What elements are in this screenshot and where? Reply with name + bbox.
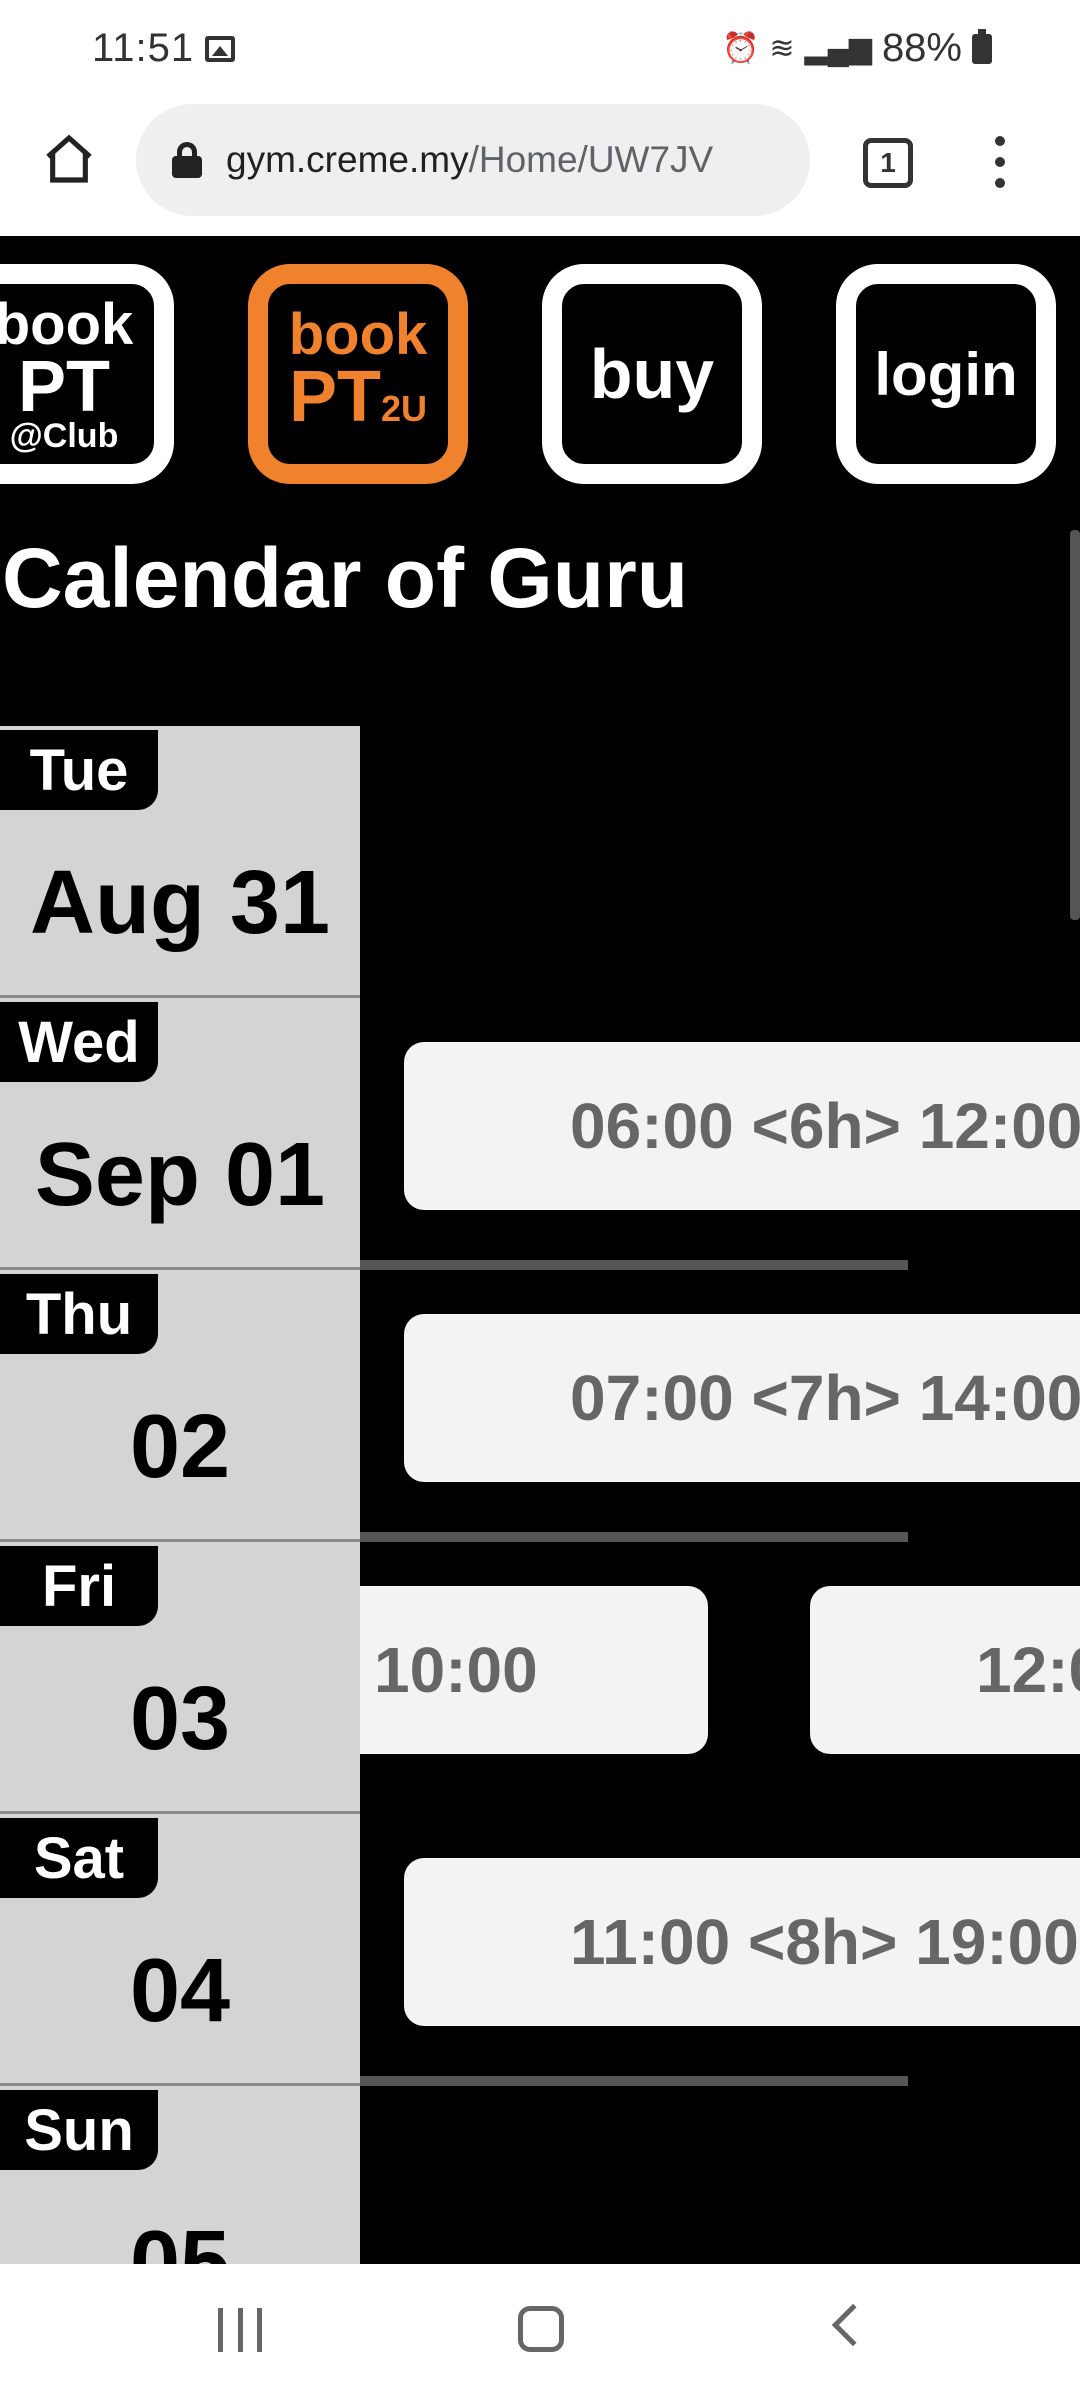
alarm-icon: ⏰ [722,32,760,65]
day-date: 05 [129,2213,231,2264]
time-slot-thu[interactable]: 07:00 <7h> 14:00 [404,1314,1080,1482]
tab-switcher-button[interactable]: 1 [863,138,913,188]
day-weekday: Fri [0,1546,158,1626]
day-cell: Sun 05 [0,2086,360,2264]
home-nav-icon[interactable] [518,2306,564,2352]
tile-club-line1: book [0,292,134,357]
scroll-indicator[interactable] [1070,530,1080,920]
battery-icon [972,28,992,64]
home-icon [46,134,92,183]
tile-2u-line2: PT [288,357,381,437]
day-divider [360,2076,908,2086]
day-cell: Fri 03 [0,1542,360,1814]
day-cell: Wed Sep 01 [0,998,360,1270]
day-cell: Tue Aug 31 [0,726,360,998]
day-weekday: Sat [0,1818,158,1898]
day-weekday: Tue [0,730,158,810]
day-date: Aug 31 [29,853,331,953]
url-path: /Home/UW7JV [468,139,714,180]
home-button[interactable] [36,126,102,192]
tile-club-line2: PT [17,347,110,427]
login-label: login [874,340,1018,408]
day-date: 03 [129,1669,231,1769]
url-text: gym.creme.my/Home/UW7JV [226,139,713,181]
page-title: Calendar of Guru [2,531,689,625]
day-date: 04 [129,1941,231,2041]
image-notification-icon [205,36,235,62]
book-pt-club-button[interactable]: book PT @Club [0,264,174,484]
tile-2u-line2-wrap: PT2U [289,361,428,442]
recent-apps-icon[interactable] [218,2308,262,2352]
back-icon[interactable] [831,2303,875,2347]
address-bar[interactable]: gym.creme.my/Home/UW7JV [136,104,810,216]
time-slot-sat[interactable]: 11:00 <8h> 19:00 [404,1858,1080,2026]
url-domain: gym.creme.my [226,139,469,180]
day-divider [360,1532,908,1542]
book-pt-2u-button[interactable]: book PT2U [248,264,468,484]
system-nav-bar [0,2264,1080,2400]
more-menu-button[interactable] [980,130,1020,194]
tile-club-line3: @Club [9,417,119,455]
time-slot-fri-b[interactable]: 12:00 [810,1586,1080,1754]
buy-button[interactable]: buy [542,264,762,484]
day-cell: Sat 04 [0,1814,360,2086]
day-weekday: Sun [0,2090,158,2170]
browser-toolbar: gym.creme.my/Home/UW7JV 1 [0,100,1080,236]
lock-icon [172,142,202,178]
time-slot-fri-a[interactable]: 10:00 [360,1586,708,1754]
signal-icon: ▂▄▆ [804,32,872,65]
tile-2u-line3: 2U [380,388,428,429]
wifi-icon: ≋ [769,32,795,65]
status-icons: ⏰ ≋ ▂▄▆ 88% [722,26,992,71]
day-date: 02 [129,1397,231,1497]
day-weekday: Thu [0,1274,158,1354]
day-weekday: Wed [0,1002,158,1082]
time-slot-wed[interactable]: 06:00 <6h> 12:00 [404,1042,1080,1210]
login-button[interactable]: login [836,264,1056,484]
status-time: 11:51 [92,26,195,70]
battery-percent: 88% [881,26,962,70]
buy-label: buy [589,335,715,413]
day-date: Sep 01 [34,1125,326,1225]
day-divider [360,1260,908,1270]
tile-2u-line1: book [288,302,428,367]
status-bar: 11:51 ⏰ ≋ ▂▄▆ 88% [0,0,1080,100]
day-cell: Thu 02 [0,1270,360,1542]
